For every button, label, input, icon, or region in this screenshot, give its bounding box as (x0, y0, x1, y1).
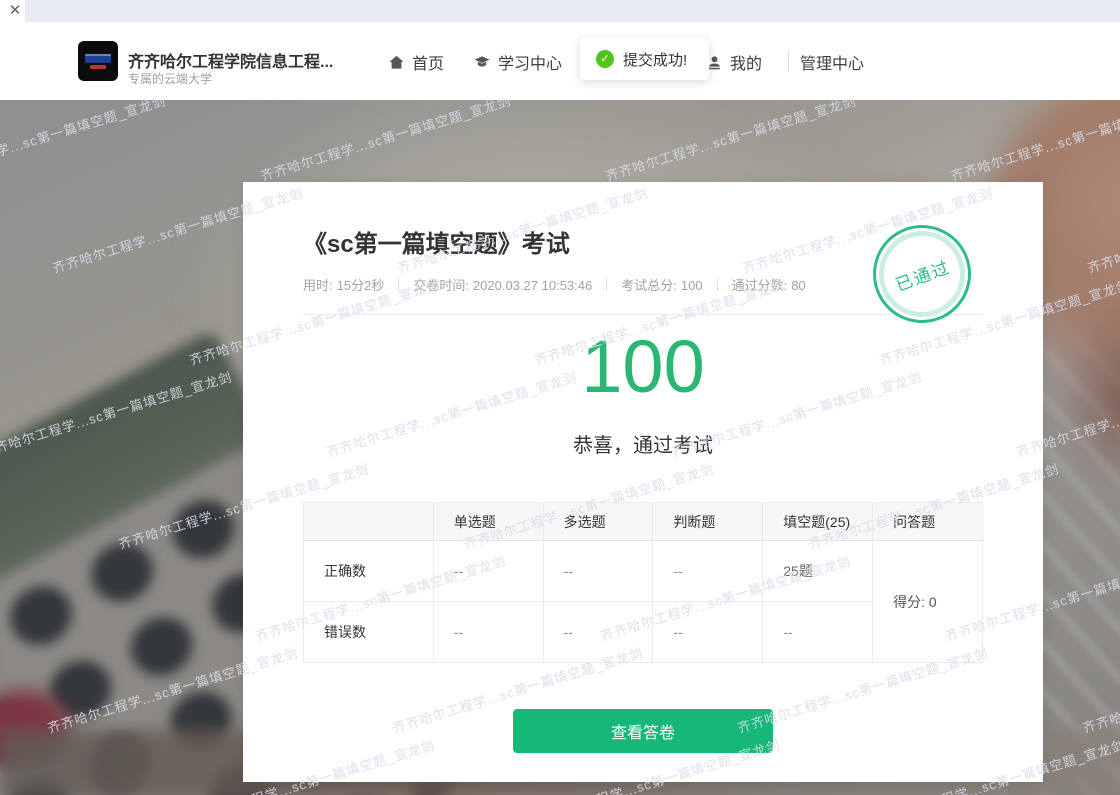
toast-message: 提交成功! (623, 49, 687, 70)
col-multi-choice: 多选题 (543, 503, 653, 541)
divider-line (303, 314, 983, 315)
col-fill-blank: 填空题(25) (763, 503, 873, 541)
row-correct-label: 正确数 (304, 541, 434, 602)
meta-divider (717, 278, 718, 291)
exam-score: 100 (303, 327, 983, 407)
cell-wrong-fill: -- (763, 602, 873, 663)
check-circle-icon (596, 50, 614, 68)
meta-divider (606, 278, 607, 291)
table-header-row: 单选题 多选题 判断题 填空题(25) 问答题 (304, 503, 983, 541)
table-row: 正确数 -- -- -- 25题 得分: 0 (304, 541, 983, 602)
cell-wrong-judgment: -- (653, 602, 763, 663)
site-subtitle: 专属的云端大学 (128, 70, 212, 87)
logo-redline (90, 65, 106, 69)
row-wrong-label: 错误数 (304, 602, 434, 663)
nav-learning-center[interactable]: 学习中心 (473, 50, 562, 74)
top-bar (25, 0, 1120, 22)
nav-admin-center[interactable]: 管理中心 (800, 50, 864, 74)
nav-admin-center-label: 管理中心 (800, 50, 864, 74)
results-table: 单选题 多选题 判断题 填空题(25) 问答题 正确数 -- -- -- 25题… (303, 502, 983, 663)
grad-cap-icon (473, 54, 491, 71)
close-icon[interactable] (6, 2, 24, 20)
nav-learning-center-label: 学习中心 (498, 50, 562, 74)
col-qa: 问答题 (873, 503, 983, 541)
cell-wrong-single: -- (433, 602, 543, 663)
nav-divider (788, 50, 789, 72)
nav-mine[interactable]: 我的 (706, 50, 762, 74)
submit-success-toast: 提交成功! (580, 38, 709, 80)
home-icon (388, 54, 405, 71)
cell-wrong-multi: -- (543, 602, 653, 663)
col-judgment: 判断题 (653, 503, 763, 541)
cell-qa-score: 得分: 0 (873, 541, 983, 663)
col-blank (304, 503, 434, 541)
meta-duration: 用时:15分2秒 (303, 275, 384, 294)
cell-correct-fill: 25题 (763, 541, 873, 602)
header: 齐齐哈尔工程学院信息工程... 专属的云端大学 首页 学习中心 我的 管理中心 … (0, 0, 1120, 100)
nav-home-label: 首页 (412, 50, 444, 74)
nav-home[interactable]: 首页 (388, 50, 444, 74)
cell-correct-single: -- (433, 541, 543, 602)
view-answers-button[interactable]: 查看答卷 (513, 709, 773, 753)
cell-correct-multi: -- (543, 541, 653, 602)
meta-divider (398, 278, 399, 291)
nav-mine-label: 我的 (730, 50, 762, 74)
site-title: 齐齐哈尔工程学院信息工程... (128, 48, 333, 72)
meta-total-score: 考试总分:100 (621, 275, 702, 294)
logo-banner (85, 54, 111, 63)
passed-stamp-badge: 已通过 (873, 225, 971, 323)
site-logo[interactable] (78, 41, 118, 81)
congrats-message: 恭喜，通过考试 (303, 429, 983, 458)
cell-correct-judgment: -- (653, 541, 763, 602)
meta-submit-time: 交卷时间:2020.03.27 10:53:46 (413, 275, 592, 294)
meta-pass-score: 通过分数:80 (732, 275, 806, 294)
col-single-choice: 单选题 (433, 503, 543, 541)
exam-result-card: 《sc第一篇填空题》考试 用时:15分2秒 交卷时间:2020.03.27 10… (243, 182, 1043, 782)
